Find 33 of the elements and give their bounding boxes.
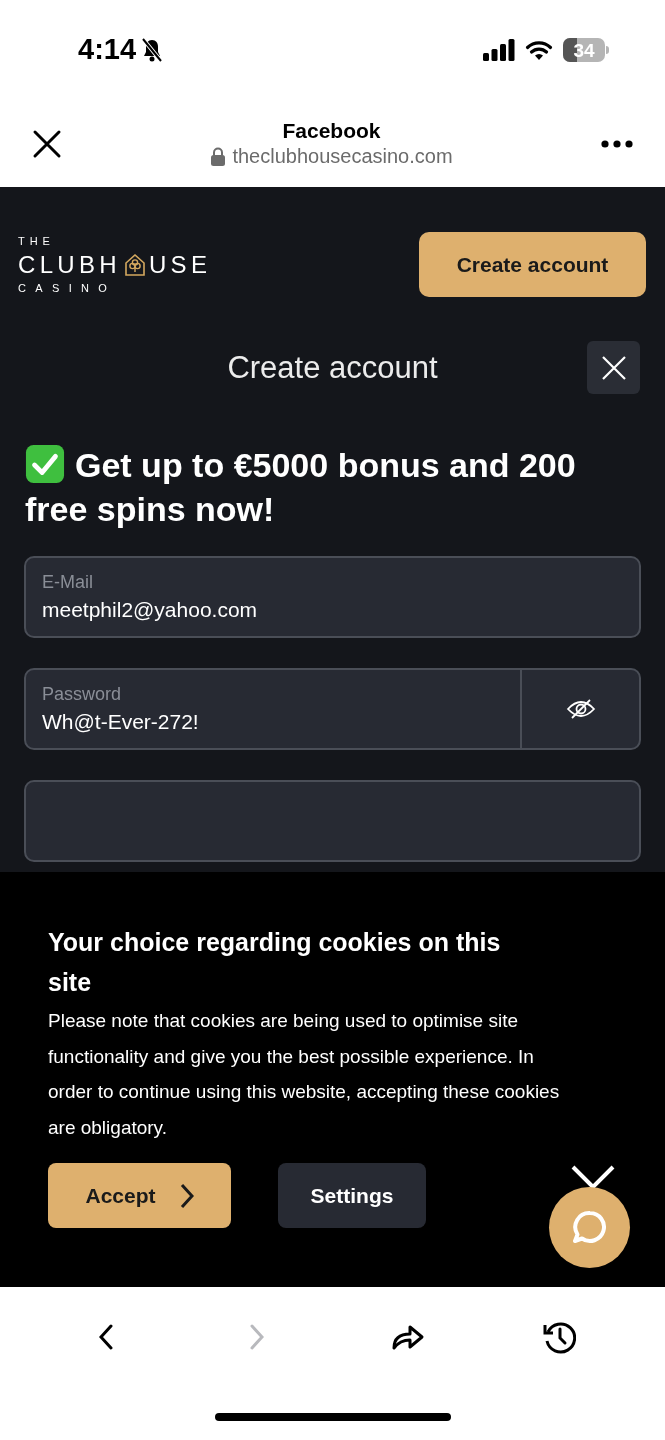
cookie-message: Please note that cookies are being used to optimise site functionality and give you the best possible experience. In order to continue using this website, accepting these cookies are obligatory. [48,1009,561,1140]
cookie-title: Your choice regarding cookies on this site [48,927,502,998]
check-mark-icon [25,444,65,484]
house-icon [123,252,146,277]
field-value: meetphil2@yahoo.com [42,597,259,624]
bonus-headline: Get up to €5000 bonus and 200 free spins now! [25,443,577,530]
accept-button[interactable]: Accept [48,1163,231,1228]
close-icon [600,354,627,381]
modal-title: Create account [227,348,438,387]
bell-muted-icon [140,37,165,63]
create-account-button[interactable]: Create account [419,232,646,297]
chevron-right-icon [249,1324,264,1350]
wifi-icon [525,39,553,61]
clock-time: 4:14 [78,32,137,68]
page-title: Facebook [282,117,381,144]
history-clock-icon [542,1320,577,1354]
input-field[interactable] [24,780,641,862]
more-icon[interactable] [601,138,633,149]
close-button[interactable] [32,128,62,159]
settings-button[interactable]: Settings [278,1163,426,1228]
lock-icon [210,147,227,167]
logo-text: THE [18,235,56,247]
logo-text: CLUBH [18,252,121,277]
chevron-right-icon [179,1182,194,1209]
signal-icon [483,39,515,61]
email-field[interactable]: E-Mail meetphil2@yahoo.com [26,558,639,636]
logo-text: CASINO [18,282,118,294]
close-button[interactable] [587,341,640,394]
collapse-icon[interactable] [571,1165,615,1189]
chevron-left-icon [98,1324,113,1350]
logo-text: USE [148,252,212,277]
field-label: E-Mail [42,570,94,594]
url-text: theclubhousecasino.com [232,144,453,170]
